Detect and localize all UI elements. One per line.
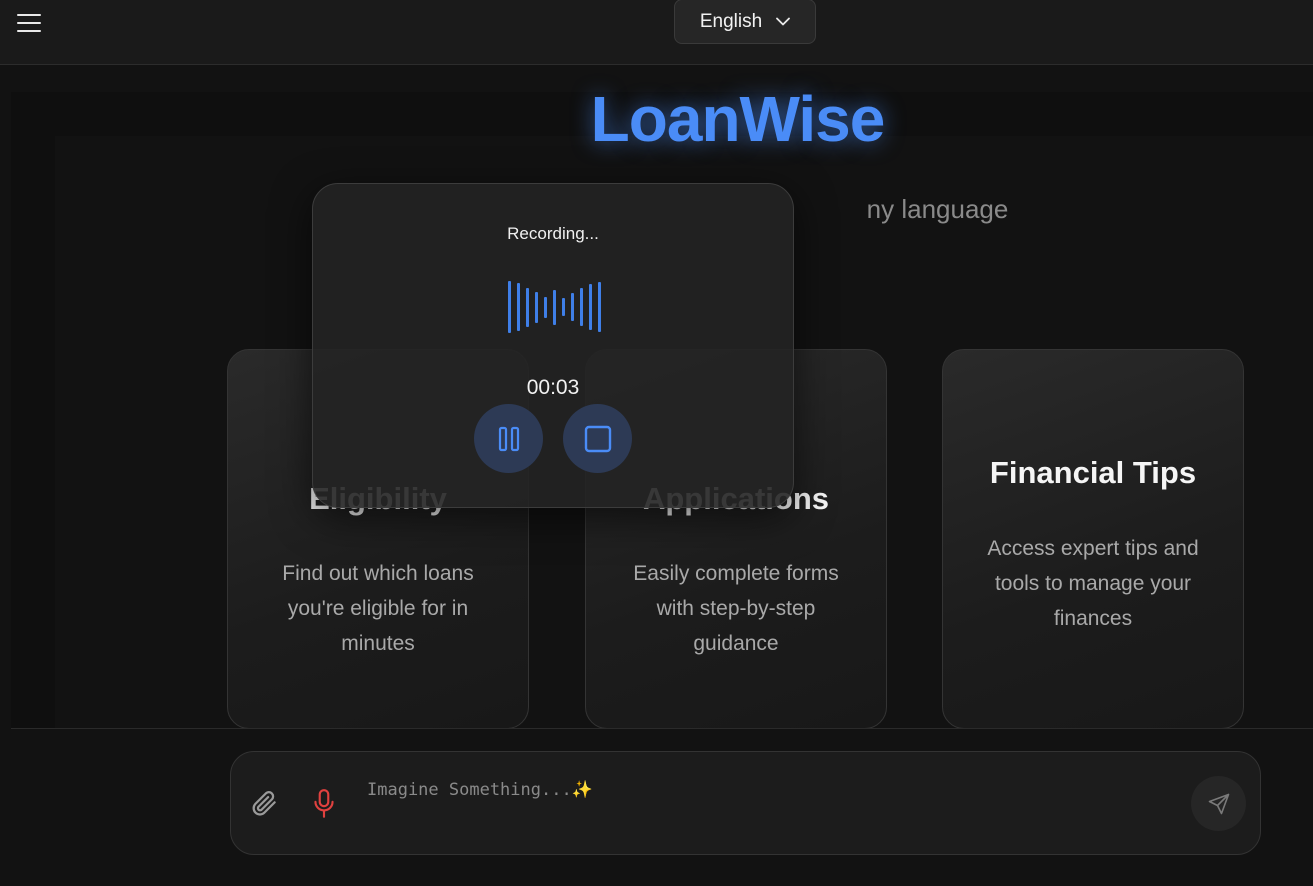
waveform-bar xyxy=(570,293,574,321)
top-bar: English xyxy=(0,0,1313,65)
waveform-bar xyxy=(507,281,511,333)
waveform-bar xyxy=(525,287,529,327)
chat-input[interactable] xyxy=(365,774,1169,806)
recording-status: Recording... xyxy=(507,224,599,243)
waveform-bar xyxy=(543,296,547,318)
stop-icon xyxy=(584,425,611,452)
brand-title: LoanWise xyxy=(590,83,886,155)
stop-button[interactable] xyxy=(563,404,632,473)
chat-composer xyxy=(230,751,1261,855)
pause-icon xyxy=(498,426,519,451)
send-icon xyxy=(1208,793,1229,814)
card-title: Financial Tips xyxy=(989,455,1197,490)
recording-timer: 00:03 xyxy=(526,376,580,399)
hero-subtitle-text: ny language xyxy=(866,194,1009,224)
send-button[interactable] xyxy=(1191,776,1246,831)
card-description: Find out which loans you're eligible for… xyxy=(282,562,474,655)
recording-dialog: Recording... 00:03 xyxy=(312,183,794,508)
feature-card-financial-tips[interactable]: Financial Tips Access expert tips and to… xyxy=(942,349,1244,729)
pause-button[interactable] xyxy=(474,404,543,473)
waveform-bar xyxy=(579,288,583,326)
hamburger-menu-icon[interactable] xyxy=(17,12,43,34)
paperclip-icon[interactable] xyxy=(249,788,279,818)
chevron-down-icon xyxy=(776,17,791,26)
microphone-icon[interactable] xyxy=(311,788,337,820)
waveform-bar xyxy=(561,298,565,316)
waveform-bar xyxy=(534,291,538,323)
waveform-bar xyxy=(516,283,520,331)
waveform-bar xyxy=(597,282,601,332)
language-select[interactable]: English xyxy=(674,0,816,44)
blurred-card-heading xyxy=(333,432,342,468)
audio-waveform xyxy=(313,279,793,339)
language-label: English xyxy=(699,10,763,32)
card-description: Easily complete forms with step-by-step … xyxy=(633,562,839,655)
card-description: Access expert tips and tools to manage y… xyxy=(987,537,1199,630)
waveform-bar xyxy=(552,289,556,325)
divider xyxy=(11,728,1313,729)
waveform-bar xyxy=(588,284,592,330)
